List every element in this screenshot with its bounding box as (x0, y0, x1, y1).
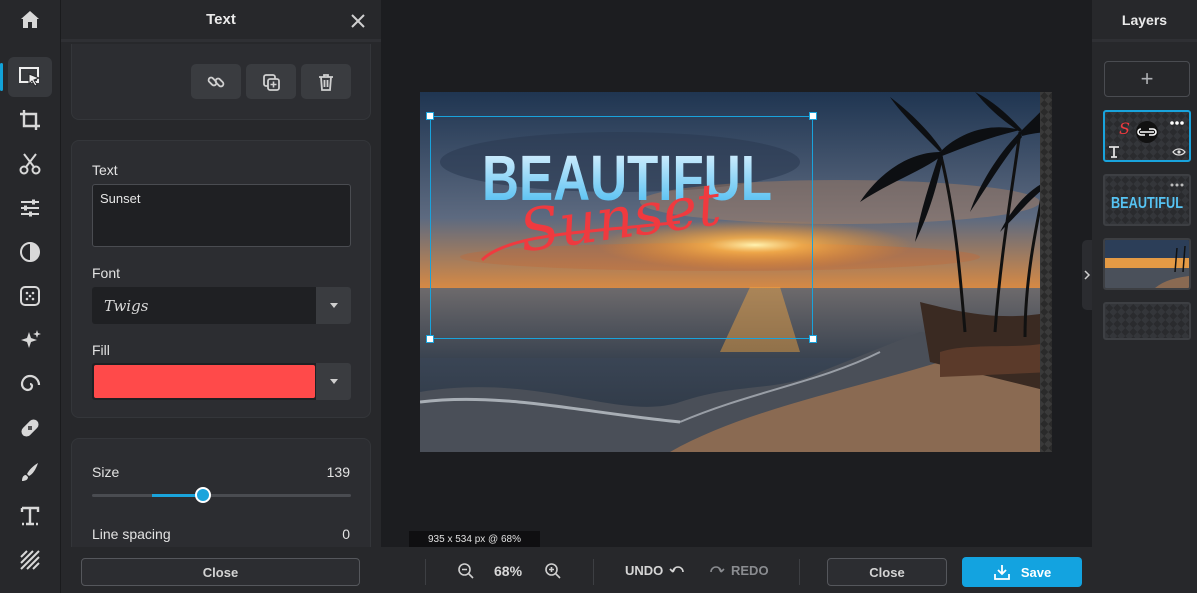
bandage-icon (21, 419, 39, 437)
panel-collapse-tab[interactable] (1082, 240, 1092, 310)
panel-close-button[interactable]: Close (81, 558, 360, 586)
panel-title: Text (206, 11, 236, 28)
layer-thumb-empty[interactable] (1103, 302, 1191, 340)
fill-select[interactable] (92, 363, 351, 400)
add-layer-button[interactable]: + (1104, 61, 1190, 97)
tool-rail (0, 0, 61, 593)
canvas-dimensions: 935 x 534 px @ 68% (409, 531, 540, 547)
sparkle-icon (21, 330, 41, 348)
undo-button[interactable]: UNDO (625, 563, 685, 578)
swirl-tool[interactable] (8, 364, 52, 404)
download-icon (993, 565, 1010, 580)
pattern-tool[interactable] (8, 540, 52, 580)
layer-thumb-graphic: S (1109, 119, 1186, 158)
text-tool-icon (20, 506, 40, 526)
svg-text:S: S (1119, 119, 1130, 138)
divider (425, 559, 426, 585)
fill-color-swatch[interactable] (94, 365, 315, 398)
text-properties-card: Text Sunset Font Twigs Fill (71, 140, 371, 418)
chevron-right-icon (1084, 270, 1091, 280)
resize-handle[interactable] (809, 335, 817, 343)
layers-title: Layers (1092, 0, 1197, 42)
layers-panel: Layers + S BEAUTIFUL (1092, 0, 1197, 547)
text-layer-icon (1109, 146, 1119, 158)
duplicate-icon (263, 73, 280, 91)
chevron-down-icon[interactable] (316, 287, 351, 324)
delete-button[interactable] (301, 64, 351, 99)
panel-header: Text (61, 0, 381, 42)
more-icon[interactable] (1170, 121, 1174, 125)
save-label: Save (1020, 564, 1052, 580)
text-tool[interactable] (8, 496, 52, 536)
undo-label: UNDO (625, 563, 664, 578)
cut-icon (19, 153, 41, 175)
redo-label: REDO (731, 563, 769, 578)
text-label: Text (92, 162, 118, 178)
crop-icon (20, 110, 40, 130)
zoom-in-icon[interactable] (544, 562, 562, 580)
chevron-down-icon[interactable] (316, 363, 351, 400)
link-button[interactable] (191, 64, 241, 99)
resize-handle[interactable] (426, 335, 434, 343)
layer-thumb-text-beautiful[interactable]: BEAUTIFUL (1103, 174, 1191, 226)
undo-icon (669, 565, 685, 573)
line-spacing-value: 0 (342, 526, 350, 542)
contrast-tool[interactable] (8, 232, 52, 272)
size-card: Size 139 Line spacing 0 (71, 438, 371, 558)
divider (593, 559, 594, 585)
text-panel: Text Text Sunset Font Twigs Fill Size 13… (61, 0, 381, 593)
adjust-icon (21, 199, 39, 217)
font-preview: Twigs (94, 289, 314, 322)
layer-thumb-graphic: BEAUTIFUL (1111, 183, 1184, 212)
font-select[interactable]: Twigs (92, 287, 351, 324)
select-icon (19, 67, 41, 87)
layer-actions-card (71, 44, 371, 120)
brush-tool[interactable] (8, 452, 52, 492)
line-spacing-label: Line spacing (92, 526, 171, 542)
layer-thumb-text: BEAUTIFUL (1111, 195, 1183, 212)
transparent-edge (1040, 92, 1052, 452)
zoom-level: 68% (494, 563, 523, 579)
home-icon (21, 11, 39, 28)
home-button[interactable] (8, 0, 52, 40)
font-label: Font (92, 265, 121, 281)
layer-thumb-graphic (1105, 240, 1189, 288)
resize-handle[interactable] (426, 112, 434, 120)
photo-editor: Text Text Sunset Font Twigs Fill Size 13… (0, 0, 1197, 593)
zoom-out-icon[interactable] (457, 562, 475, 580)
layer-thumb-text-sunset[interactable]: S (1103, 110, 1191, 162)
effects-tool[interactable] (8, 320, 52, 360)
resize-handle[interactable] (809, 112, 817, 120)
save-button[interactable]: Save (962, 557, 1082, 587)
contrast-icon (20, 242, 40, 262)
selection-box[interactable] (426, 112, 817, 343)
adjust-tool[interactable] (8, 188, 52, 228)
redo-button[interactable]: REDO (709, 563, 769, 578)
crop-tool[interactable] (8, 100, 52, 140)
duplicate-button[interactable] (246, 64, 296, 99)
texture-icon (20, 286, 40, 306)
pattern-icon (20, 550, 40, 570)
size-value: 139 (326, 464, 350, 480)
close-button[interactable]: Close (827, 558, 947, 586)
brush-icon (22, 463, 38, 481)
layer-thumb-image[interactable] (1103, 238, 1191, 290)
texture-tool[interactable] (8, 276, 52, 316)
size-slider[interactable] (92, 487, 351, 503)
fill-label: Fill (92, 342, 110, 358)
divider (799, 559, 800, 585)
retouch-tool[interactable] (8, 408, 52, 448)
link-icon (207, 76, 225, 87)
redo-icon (710, 565, 725, 573)
trash-icon (319, 73, 333, 91)
swirl-icon (20, 374, 41, 392)
bottom-toolbar: Close 68% UNDO REDO Close Save (61, 547, 1197, 593)
size-slider-thumb[interactable] (195, 487, 211, 503)
close-icon[interactable] (347, 10, 369, 32)
size-label: Size (92, 464, 120, 480)
text-input[interactable]: Sunset (92, 184, 351, 247)
cut-tool[interactable] (8, 144, 52, 184)
select-tool[interactable] (0, 57, 52, 97)
